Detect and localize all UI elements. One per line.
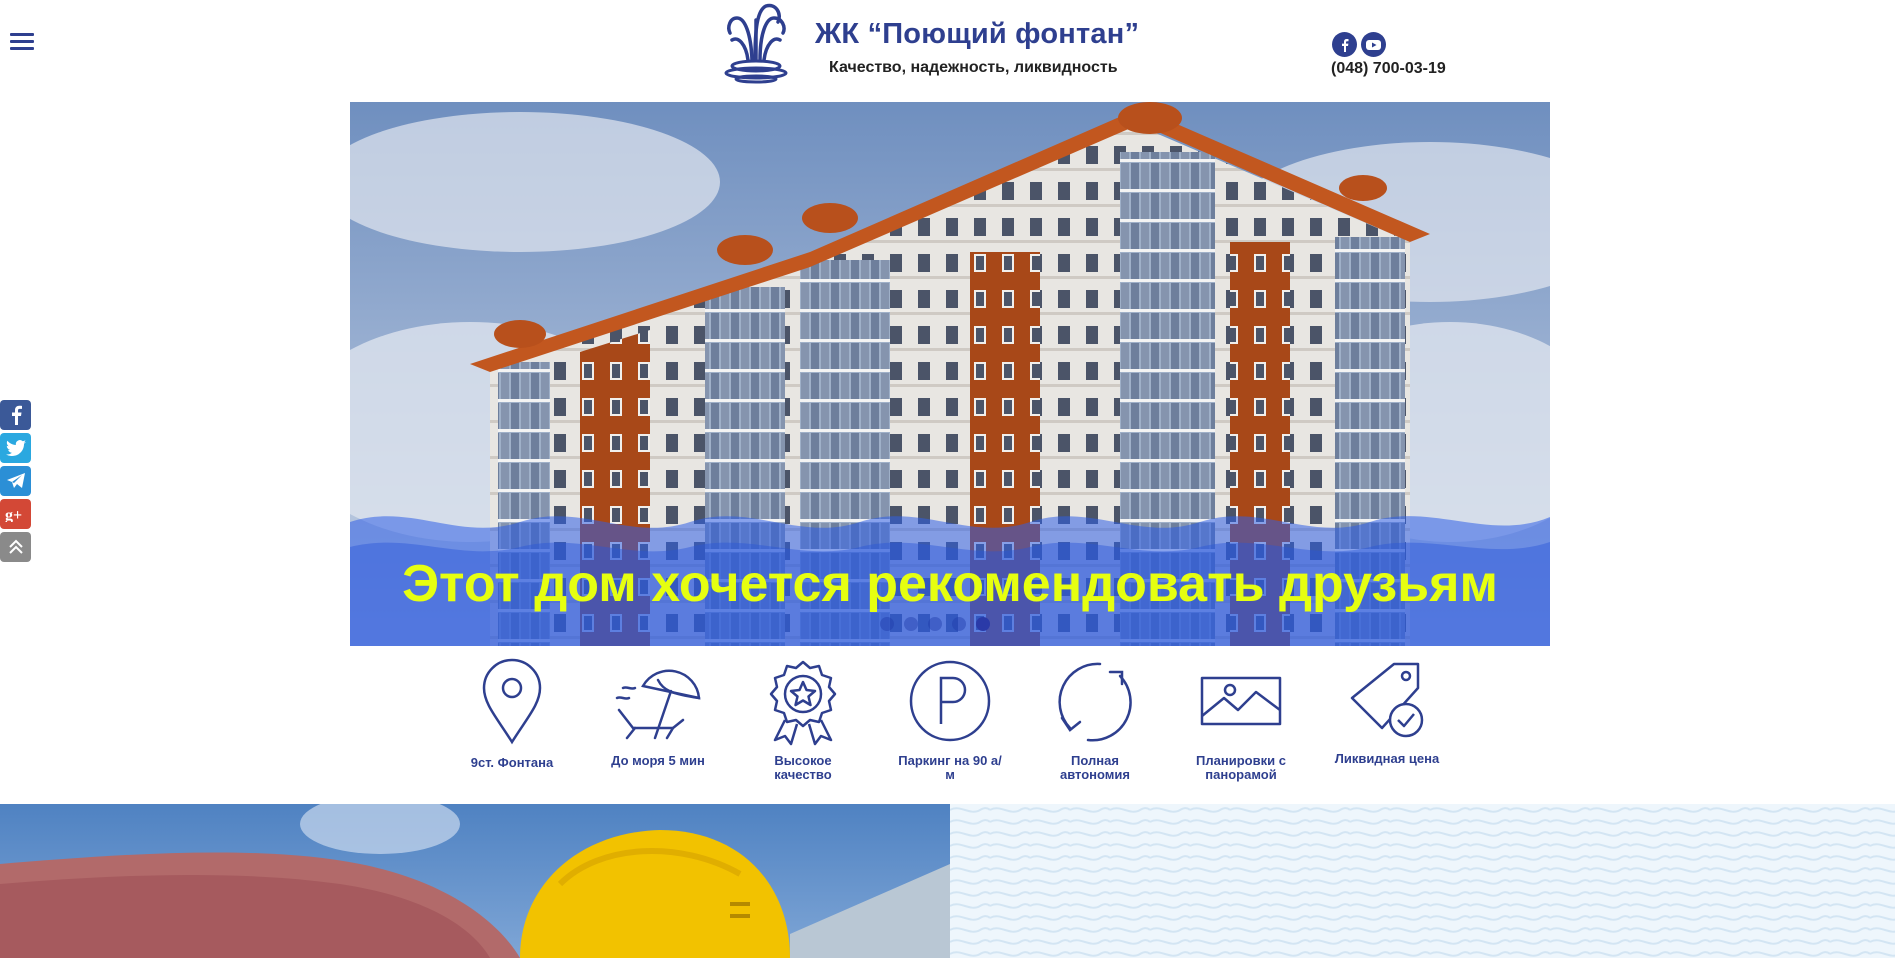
social-links bbox=[1332, 32, 1386, 57]
feature-label: Полная автономия bbox=[1059, 753, 1130, 782]
menu-line bbox=[10, 40, 34, 43]
location-pin-icon bbox=[482, 658, 542, 745]
wave-pattern-background bbox=[950, 804, 1895, 958]
feature-panorama[interactable]: Планировки с панорамой bbox=[1186, 658, 1296, 782]
slider-dot[interactable] bbox=[904, 617, 918, 631]
menu-line bbox=[10, 47, 34, 50]
site-title: ЖК “Поющий фонтан” bbox=[815, 18, 1140, 50]
feature-label: Паркинг на 90 а/м bbox=[898, 753, 1002, 782]
slider-dot[interactable] bbox=[928, 617, 942, 631]
feature-price[interactable]: Ликвидная цена bbox=[1332, 658, 1442, 766]
feature-label: 9ст. Фонтана bbox=[470, 755, 554, 770]
worker-helmet-image bbox=[0, 804, 950, 958]
twitter-share-icon[interactable] bbox=[0, 433, 31, 463]
slider-dot-active[interactable] bbox=[976, 617, 990, 631]
scroll-to-top-icon[interactable] bbox=[0, 532, 31, 562]
features-row: 9ст. Фонтана До моря 5 мин Высокое качес… bbox=[0, 658, 1895, 798]
beach-umbrella-icon bbox=[615, 669, 701, 740]
hero-slider[interactable]: Этот дом хочется рекомендовать друзьям bbox=[350, 102, 1550, 646]
google-plus-share-icon[interactable]: g+ bbox=[0, 499, 31, 529]
facebook-share-icon[interactable] bbox=[0, 400, 31, 430]
youtube-icon[interactable] bbox=[1361, 32, 1386, 57]
menu-line bbox=[10, 33, 34, 36]
phone-number[interactable]: (048) 700-03-19 bbox=[1331, 60, 1446, 78]
fountain-logo-icon[interactable] bbox=[722, 0, 792, 84]
svg-text:g+: g+ bbox=[5, 507, 22, 522]
slider-dot[interactable] bbox=[952, 617, 966, 631]
parking-icon bbox=[909, 660, 991, 742]
feature-sea[interactable]: До моря 5 мин bbox=[603, 658, 713, 768]
feature-autonomy[interactable]: Полная автономия bbox=[1040, 658, 1150, 782]
quality-badge-icon bbox=[769, 660, 837, 746]
feature-label: Ликвидная цена bbox=[1334, 751, 1440, 766]
autonomy-cycle-icon bbox=[1058, 662, 1132, 742]
feature-label: Планировки с панорамой bbox=[1196, 753, 1286, 782]
feature-quality[interactable]: Высокое качество bbox=[748, 658, 858, 782]
hero-caption: Этот дом хочется рекомендовать друзьям bbox=[402, 555, 1498, 613]
facebook-icon[interactable] bbox=[1332, 32, 1357, 57]
telegram-share-icon[interactable] bbox=[0, 466, 31, 496]
feature-location[interactable]: 9ст. Фонтана bbox=[457, 658, 567, 770]
hamburger-menu-icon[interactable] bbox=[10, 33, 34, 53]
share-bar: g+ bbox=[0, 400, 31, 565]
feature-label: Высокое качество bbox=[774, 753, 832, 782]
panorama-image-icon bbox=[1200, 676, 1282, 726]
price-tag-icon bbox=[1350, 662, 1424, 738]
site-tagline: Качество, надежность, ликвидность bbox=[829, 59, 1118, 76]
slider-dots bbox=[880, 617, 990, 631]
feature-parking[interactable]: Паркинг на 90 а/м bbox=[895, 658, 1005, 782]
feature-label: До моря 5 мин bbox=[611, 753, 705, 768]
slider-dot[interactable] bbox=[880, 617, 894, 631]
